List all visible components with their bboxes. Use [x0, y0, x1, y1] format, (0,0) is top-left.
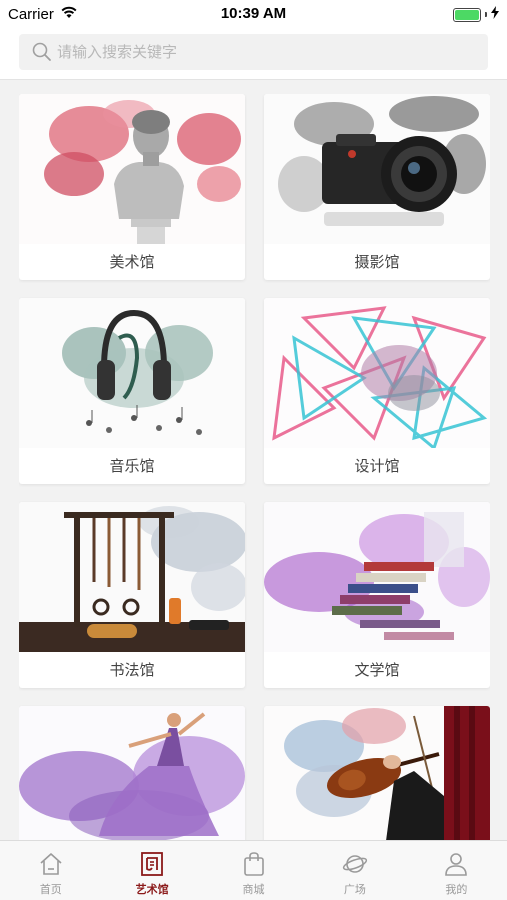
tab-label: 我的: [445, 883, 468, 896]
tab-bar: 首页 艺术馆 商城 广场 我的: [0, 840, 507, 900]
planet-icon: [341, 850, 369, 878]
tab-label: 广场: [343, 883, 366, 896]
category-card-calligraphy[interactable]: 书法馆: [19, 502, 245, 688]
headphones-ink-image: [19, 298, 245, 448]
battery-icon: [453, 7, 481, 22]
clock: 10:39 AM: [220, 5, 287, 22]
search-header: [0, 28, 507, 80]
category-card-performance[interactable]: [264, 706, 490, 840]
status-bar: Carrier 10:39 AM: [0, 0, 507, 28]
category-label: 文学馆: [354, 661, 400, 679]
category-card-design[interactable]: 设计馆: [264, 298, 490, 484]
tab-mall[interactable]: 商城: [203, 841, 304, 900]
category-label: 美术馆: [109, 253, 155, 271]
tab-art-gallery[interactable]: 艺术馆: [101, 841, 202, 900]
tab-home[interactable]: 首页: [0, 841, 101, 900]
category-label: 设计馆: [354, 457, 400, 475]
search-input[interactable]: [57, 43, 457, 61]
violin-ink-image: [264, 706, 490, 840]
tab-label: 首页: [39, 883, 62, 896]
category-grid: 美术馆 摄影馆 音乐馆 设计馆 书法馆 文学馆: [19, 94, 490, 840]
category-card-fine-arts[interactable]: 美术馆: [19, 94, 245, 280]
category-card-photography[interactable]: 摄影馆: [264, 94, 490, 280]
sculpture-ink-image: [19, 94, 245, 244]
dancer-ink-image: [19, 706, 245, 840]
category-card-music[interactable]: 音乐馆: [19, 298, 245, 484]
camera-ink-image: [264, 94, 490, 244]
tab-square[interactable]: 广场: [304, 841, 405, 900]
category-label: 摄影馆: [354, 253, 400, 271]
profile-icon: [442, 850, 470, 878]
category-label: 音乐馆: [109, 457, 155, 475]
category-label: 书法馆: [109, 661, 155, 679]
search-box[interactable]: [19, 34, 488, 70]
tab-label: 艺术馆: [135, 883, 169, 896]
home-icon: [37, 850, 65, 878]
art-gallery-icon: [138, 850, 166, 878]
search-icon[interactable]: [27, 34, 57, 70]
battery-status: [453, 6, 499, 23]
category-card-dance[interactable]: [19, 706, 245, 840]
category-card-literature[interactable]: 文学馆: [264, 502, 490, 688]
shopping-bag-icon: [240, 850, 268, 878]
brush-rack-ink-image: [19, 502, 245, 652]
tab-profile[interactable]: 我的: [406, 841, 507, 900]
charging-icon: [491, 6, 499, 23]
tab-label: 商城: [242, 883, 265, 896]
geometric-ink-image: [264, 298, 490, 448]
books-ink-image: [264, 502, 490, 652]
